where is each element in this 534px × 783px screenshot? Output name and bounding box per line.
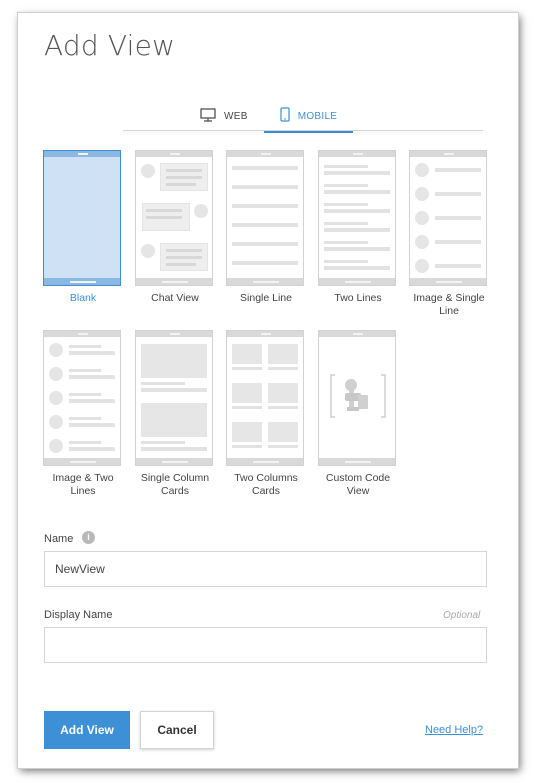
template-chat-view-thumbnail — [135, 150, 213, 286]
template-label: Custom Code View — [325, 472, 391, 497]
name-label: Name — [44, 533, 74, 545]
template-label: Chat View — [151, 292, 199, 304]
template-two-lines[interactable]: Two Lines — [318, 150, 398, 305]
add-view-button[interactable]: Add View — [44, 711, 130, 749]
template-two-columns-cards[interactable]: Two Columns Cards — [226, 330, 306, 498]
template-label: Blank — [69, 292, 97, 304]
template-label: Single Column Cards — [140, 472, 210, 497]
template-custom-code-view[interactable]: Custom Code View — [318, 330, 398, 498]
platform-tabs: WEB MOBILE — [184, 101, 354, 133]
tab-web[interactable]: WEB — [184, 101, 264, 131]
template-label: Two Lines — [334, 292, 382, 304]
display-name-input[interactable] — [44, 627, 487, 663]
template-custom-code-view-thumbnail — [318, 330, 396, 466]
template-chat-view[interactable]: Chat View — [135, 150, 215, 305]
template-label: Single Line — [240, 292, 292, 304]
template-image-two-lines[interactable]: Image & Two Lines — [43, 330, 123, 498]
tab-divider — [123, 130, 483, 131]
tab-web-label: WEB — [224, 110, 248, 122]
template-single-column-cards-thumbnail — [135, 330, 213, 466]
dialog-title: Add View — [44, 29, 176, 62]
custom-code-tools-icon — [329, 371, 387, 426]
template-blank-thumbnail — [43, 150, 121, 286]
desktop-icon — [200, 107, 216, 125]
template-single-column-cards[interactable]: Single Column Cards — [135, 330, 215, 498]
template-image-single-line-thumbnail — [409, 150, 487, 286]
display-name-label: Display Name — [44, 609, 113, 621]
template-image-single-line[interactable]: Image & Single Line — [409, 150, 489, 318]
template-single-line-thumbnail — [226, 150, 304, 286]
cancel-button[interactable]: Cancel — [140, 711, 214, 749]
template-image-two-lines-thumbnail — [43, 330, 121, 466]
need-help-link[interactable]: Need Help? — [425, 724, 483, 736]
template-single-line[interactable]: Single Line — [226, 150, 306, 305]
template-two-lines-thumbnail — [318, 150, 396, 286]
add-view-dialog: Add View WEB MOBILE Blank Chat View Sing… — [18, 13, 518, 768]
template-two-columns-cards-thumbnail — [226, 330, 304, 466]
template-label: Image & Single Line — [413, 292, 485, 317]
template-blank[interactable]: Blank — [43, 150, 123, 305]
template-label: Image & Two Lines — [52, 472, 114, 497]
info-icon[interactable]: i — [82, 531, 95, 544]
optional-hint: Optional — [443, 610, 481, 621]
tab-mobile-label: MOBILE — [297, 110, 338, 122]
template-label: Two Columns Cards — [234, 472, 298, 497]
name-input[interactable]: NewView — [44, 551, 487, 587]
mobile-icon — [280, 107, 290, 125]
tab-mobile[interactable]: MOBILE — [263, 101, 354, 133]
